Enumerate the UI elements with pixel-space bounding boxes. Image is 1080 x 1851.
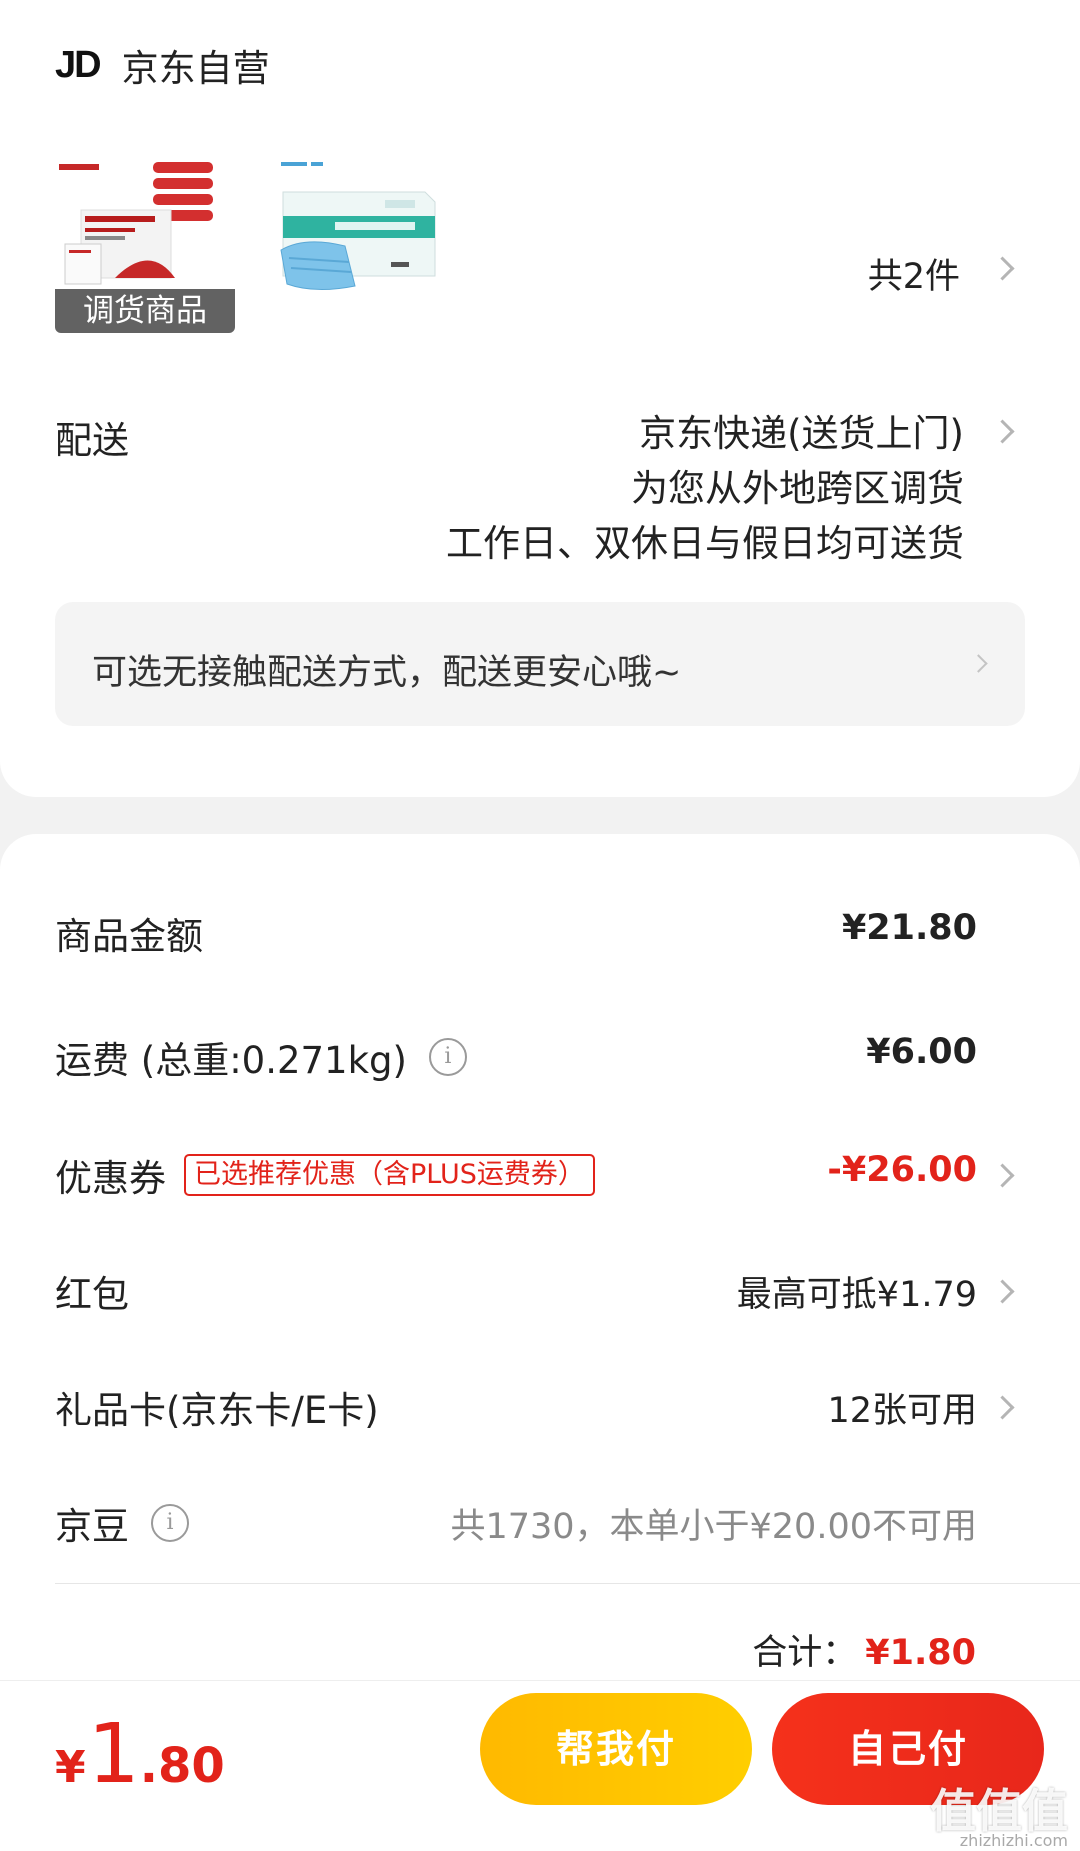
contactless-delivery-text: 可选无接触配送方式，配送更安心哦~ <box>92 653 682 693</box>
coupon-row[interactable]: 优惠券 已选推荐优惠（含PLUS运费券） -¥26.00 <box>55 1148 1025 1208</box>
medical-mask-image <box>275 158 455 333</box>
shipping-row: 运费 (总重:0.271kg) i ¥6.00 <box>55 1030 1025 1090</box>
delivery-days-note: 工作日、双休日与假日均可送货 <box>446 522 964 565</box>
store-card: JD 京东自营 调货商品 共2件 配送 京东快递(送货上门) 为您从外地跨区调货… <box>0 0 1080 797</box>
info-icon[interactable]: i <box>428 1038 467 1076</box>
payable-decimal: .80 <box>139 1738 225 1794</box>
shipping-label-wrap: 运费 (总重:0.271kg) i <box>55 1030 467 1084</box>
coupon-value: -¥26.00 <box>827 1150 977 1190</box>
delivery-label: 配送 <box>55 419 129 462</box>
item-count-chevron-icon <box>990 256 1015 281</box>
contactless-chevron-icon <box>969 654 988 673</box>
jd-beans-label-wrap: 京豆 i <box>55 1496 189 1550</box>
payable-amount: ¥ 1 .80 <box>55 1707 225 1802</box>
coupon-chevron-icon <box>990 1163 1015 1188</box>
help-me-pay-button[interactable]: 帮我付 <box>480 1693 752 1805</box>
divider <box>55 1583 1080 1584</box>
coupon-label: 优惠券 <box>55 1157 166 1200</box>
total-label: 合计： <box>752 1633 858 1673</box>
jd-beans-value: 共1730，本单小于¥20.00不可用 <box>450 1507 977 1547</box>
delivery-method: 京东快递(送货上门) <box>639 412 964 455</box>
site-watermark-url: zhizhizhi.com <box>959 1831 1068 1850</box>
red-packet-row[interactable]: 红包 最高可抵¥1.79 <box>55 1264 1025 1324</box>
payable-currency: ¥ <box>55 1742 86 1793</box>
total-value: ¥1.80 <box>865 1633 976 1673</box>
coupon-recommended-tag: 已选推荐优惠（含PLUS运费券） <box>184 1154 595 1196</box>
jd-beans-row: 京豆 i 共1730，本单小于¥20.00不可用 <box>55 1496 1025 1556</box>
contactless-delivery-option[interactable]: 可选无接触配送方式，配送更安心哦~ <box>55 602 1025 726</box>
product-thumbnail-medical-mask[interactable] <box>275 158 455 333</box>
gift-card-chevron-icon <box>990 1395 1015 1420</box>
info-icon[interactable]: i <box>151 1504 189 1542</box>
transfer-goods-badge: 调货商品 <box>55 289 235 333</box>
order-total: 合计： ¥1.80 <box>752 1624 976 1675</box>
goods-amount-label: 商品金额 <box>55 915 203 958</box>
coupon-label-wrap: 优惠券 已选推荐优惠（含PLUS运费券） <box>55 1148 595 1202</box>
store-name: 京东自营 <box>121 47 270 90</box>
product-thumbnail-alcohol-pad[interactable]: 调货商品 <box>55 158 235 333</box>
jd-logo: JD <box>55 43 102 86</box>
jd-beans-label: 京豆 <box>55 1505 129 1548</box>
gift-card-label: 礼品卡(京东卡/E卡) <box>55 1389 379 1432</box>
red-packet-value: 最高可抵¥1.79 <box>736 1275 977 1315</box>
goods-amount-row: 商品金额 ¥21.80 <box>55 906 1025 966</box>
delivery-info[interactable]: 京东快递(送货上门) 为您从外地跨区调货 工作日、双休日与假日均可送货 <box>446 406 964 571</box>
red-packet-chevron-icon <box>990 1279 1015 1304</box>
goods-amount-value: ¥21.80 <box>841 908 977 948</box>
delivery-chevron-icon <box>990 419 1015 444</box>
shipping-value: ¥6.00 <box>866 1032 977 1072</box>
payable-integer: 1 <box>87 1707 140 1802</box>
store-header: JD 京东自营 <box>55 38 270 92</box>
red-packet-label: 红包 <box>55 1273 129 1316</box>
gift-card-value: 12张可用 <box>827 1391 977 1431</box>
item-count[interactable]: 共2件 <box>868 248 960 299</box>
shipping-label: 运费 (总重:0.271kg) <box>55 1039 407 1082</box>
checkout-bar: ¥ 1 .80 帮我付 自己付 值值值 zhizhizhi.com <box>0 1680 1080 1851</box>
delivery-transfer-note: 为您从外地跨区调货 <box>631 467 964 510</box>
gift-card-row[interactable]: 礼品卡(京东卡/E卡) 12张可用 <box>55 1380 1025 1440</box>
